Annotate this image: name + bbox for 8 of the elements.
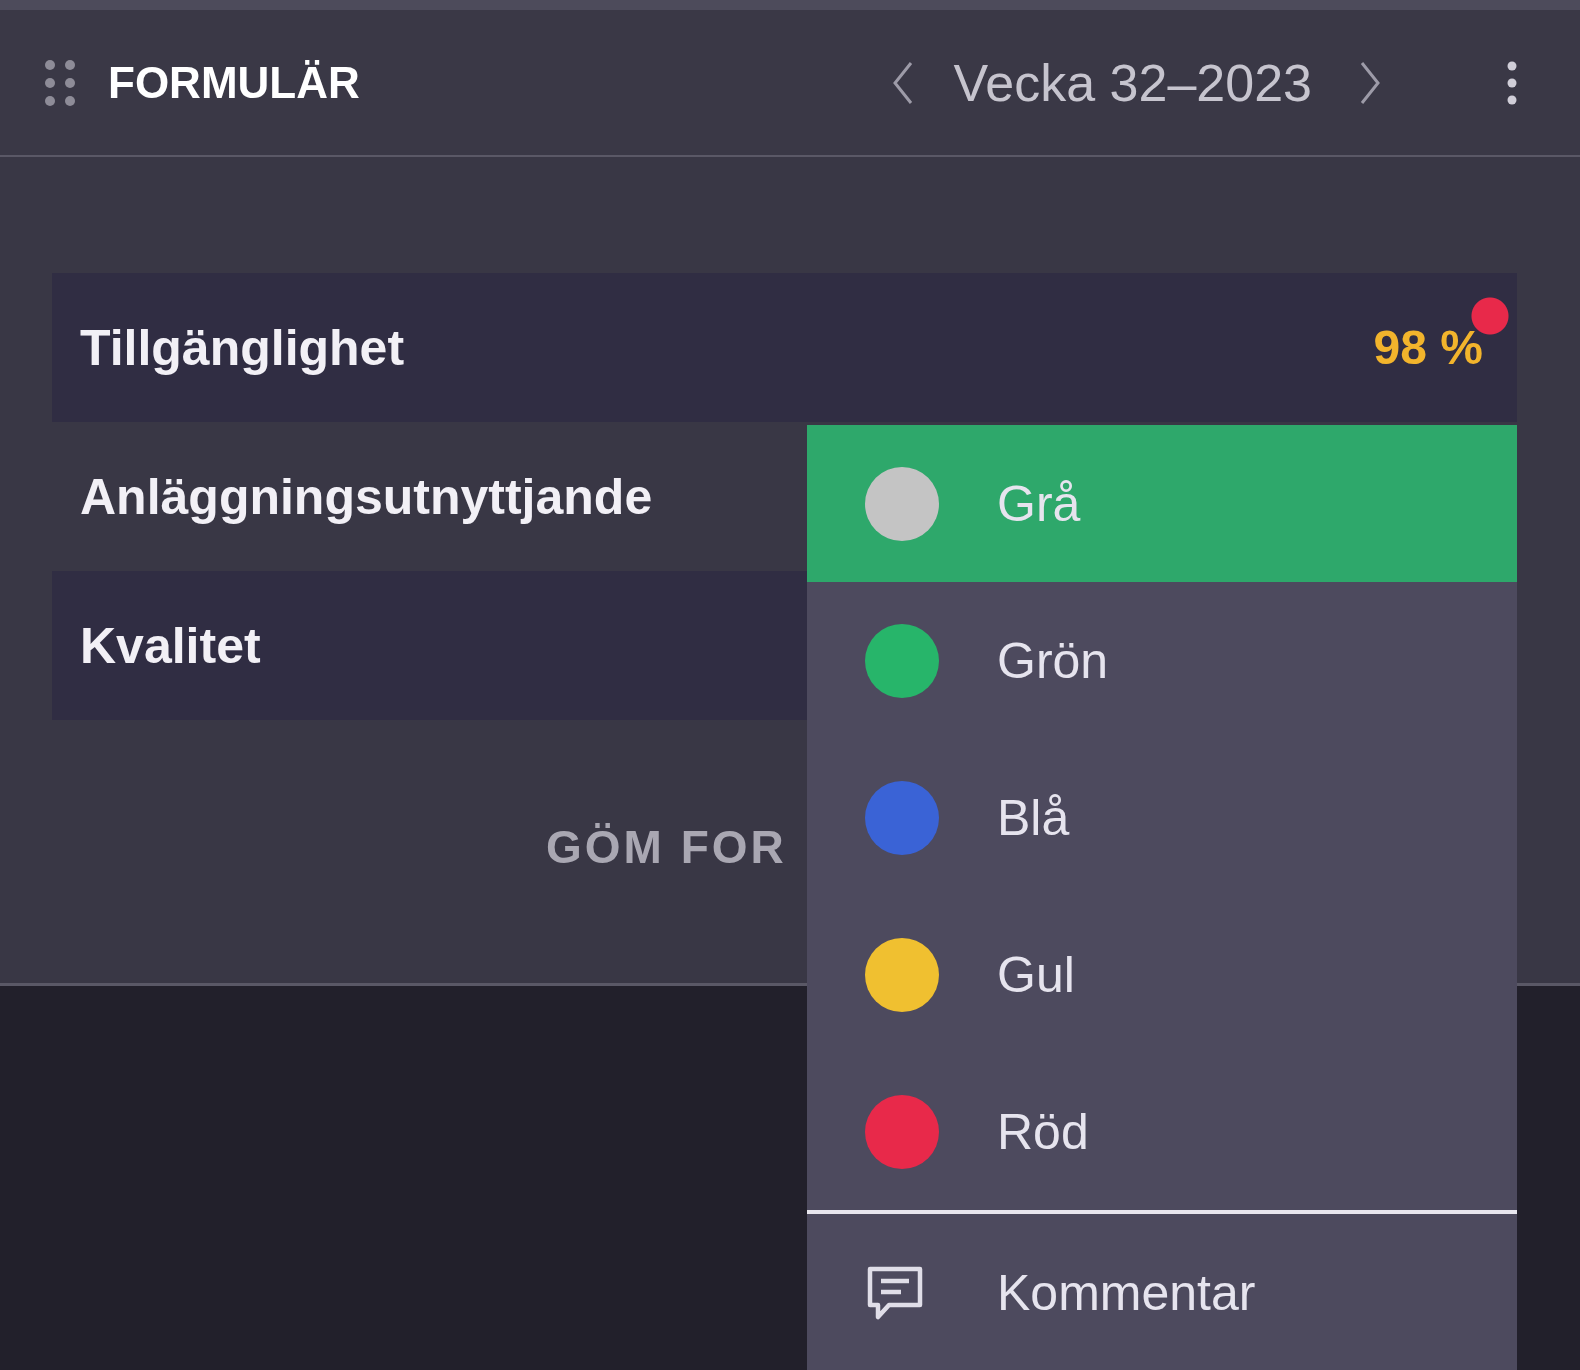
more-menu-icon[interactable] (1506, 60, 1518, 105)
panel-title: FORMULÄR (108, 57, 360, 108)
form-row[interactable]: Tillgänglighet 98 % (52, 273, 1517, 422)
drag-handle-icon[interactable] (44, 58, 76, 107)
hide-form-button[interactable]: GÖM FOR (546, 820, 787, 874)
week-label: Vecka 32–2023 (953, 52, 1312, 113)
next-week-icon[interactable] (1358, 60, 1382, 105)
comment-icon (865, 1264, 925, 1321)
